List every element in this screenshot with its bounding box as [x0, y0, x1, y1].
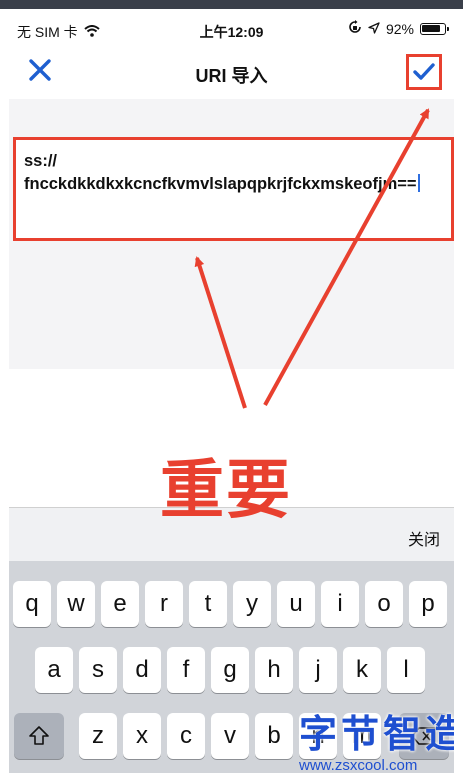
key-k[interactable]: k — [343, 647, 381, 693]
key-p[interactable]: p — [409, 581, 447, 627]
orientation-lock-icon — [348, 20, 362, 37]
battery-percent: 92% — [385, 20, 414, 37]
uri-input-field[interactable]: ss://fncckdkkdkxkcncfkvmvlslapqpkrjfckxm… — [13, 137, 454, 241]
key-o[interactable]: o — [365, 581, 403, 627]
shift-key[interactable] — [14, 713, 64, 759]
key-q[interactable]: q — [13, 581, 51, 627]
key-v[interactable]: v — [211, 713, 249, 759]
key-e[interactable]: e — [101, 581, 139, 627]
top-band — [0, 0, 463, 9]
confirm-button[interactable] — [406, 54, 442, 90]
key-r[interactable]: r — [145, 581, 183, 627]
phone-screen: 无 SIM 卡 上午12:09 92% URI 导入 ss:// fncckdk… — [9, 9, 454, 773]
watermark: 字节智造 www.zsxcool.com — [299, 713, 454, 773]
annotation-important-label: 重要 — [160, 454, 292, 526]
key-c[interactable]: c — [167, 713, 205, 759]
page-title: URI 导入 — [195, 66, 268, 86]
status-bar: 无 SIM 卡 上午12:09 92% — [9, 9, 454, 43]
key-j[interactable]: j — [299, 647, 337, 693]
status-right: 92% — [348, 20, 449, 37]
key-d[interactable]: d — [123, 647, 161, 693]
watermark-text: 字节智造 — [299, 714, 454, 756]
key-g[interactable]: g — [211, 647, 249, 693]
uri-input-text: ss://fncckdkkdkxkcncfkvmvlslapqpkrjfckxm… — [24, 152, 417, 193]
battery-level — [422, 24, 440, 32]
checkmark-icon — [413, 63, 435, 80]
key-i[interactable]: i — [321, 581, 359, 627]
navigation-bar: URI 导入 — [9, 43, 454, 100]
shift-icon — [29, 726, 49, 745]
key-y[interactable]: y — [233, 581, 271, 627]
key-b[interactable]: b — [255, 713, 293, 759]
text-cursor — [417, 174, 420, 192]
watermark-url: www.zsxcool.com — [299, 757, 418, 773]
key-s[interactable]: s — [79, 647, 117, 693]
close-keyboard-button[interactable]: 关闭 — [408, 526, 440, 550]
key-u[interactable]: u — [277, 581, 315, 627]
key-w[interactable]: w — [57, 581, 95, 627]
location-arrow-icon — [368, 21, 380, 37]
key-t[interactable]: t — [189, 581, 227, 627]
key-l[interactable]: l — [387, 647, 425, 693]
key-z[interactable]: z — [79, 713, 117, 759]
key-a[interactable]: a — [35, 647, 73, 693]
key-h[interactable]: h — [255, 647, 293, 693]
battery-icon — [420, 22, 449, 35]
key-x[interactable]: x — [123, 713, 161, 759]
key-f[interactable]: f — [167, 647, 205, 693]
